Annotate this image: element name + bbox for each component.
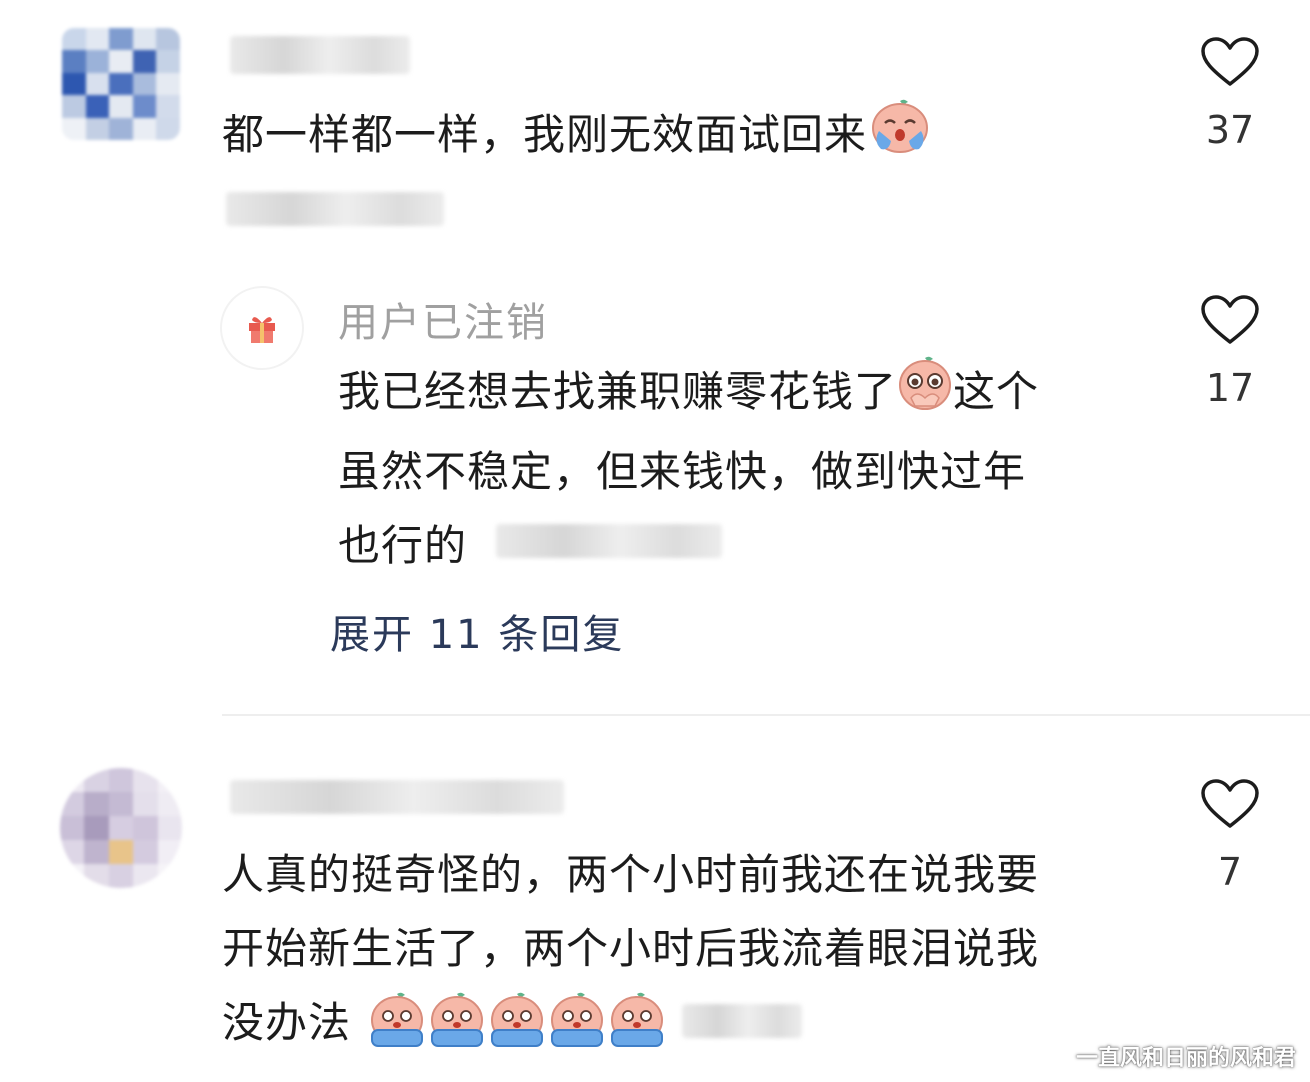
like-count: 37 <box>1205 108 1255 152</box>
heart-icon[interactable] <box>1200 294 1260 346</box>
sobbing-face-emoji-icon <box>371 992 423 1047</box>
watermark: 一直风和日丽的风和君 <box>1075 1046 1296 1071</box>
comment-meta-blurred <box>226 192 444 226</box>
comment-text-blurred <box>496 524 722 558</box>
avatar[interactable] <box>220 286 304 370</box>
sobbing-face-emoji-icon <box>431 992 483 1047</box>
username[interactable]: 用户已注销 <box>338 290 548 348</box>
gift-icon <box>249 317 275 343</box>
username-blurred[interactable] <box>230 36 410 74</box>
heart-icon[interactable] <box>1200 778 1260 830</box>
heart-icon[interactable] <box>1200 36 1260 88</box>
comment-text: 都一样都一样，我刚无效面试回来 <box>222 97 931 178</box>
expand-replies-link[interactable]: 展开 11 条回复 <box>330 602 624 660</box>
sobbing-face-emoji-icon <box>551 992 603 1047</box>
username-blurred[interactable] <box>230 780 564 814</box>
comment-meta-blurred <box>682 1004 802 1038</box>
like-count: 7 <box>1217 850 1243 894</box>
avatar[interactable] <box>60 768 182 888</box>
pleading-face-emoji-icon <box>897 354 953 435</box>
divider <box>222 714 1310 716</box>
emoji-row <box>368 990 666 1050</box>
avatar[interactable] <box>62 28 180 140</box>
sobbing-face-emoji-icon <box>611 992 663 1047</box>
like-count: 17 <box>1205 366 1255 410</box>
crying-face-emoji-icon <box>869 97 931 178</box>
sobbing-face-emoji-icon <box>491 992 543 1047</box>
